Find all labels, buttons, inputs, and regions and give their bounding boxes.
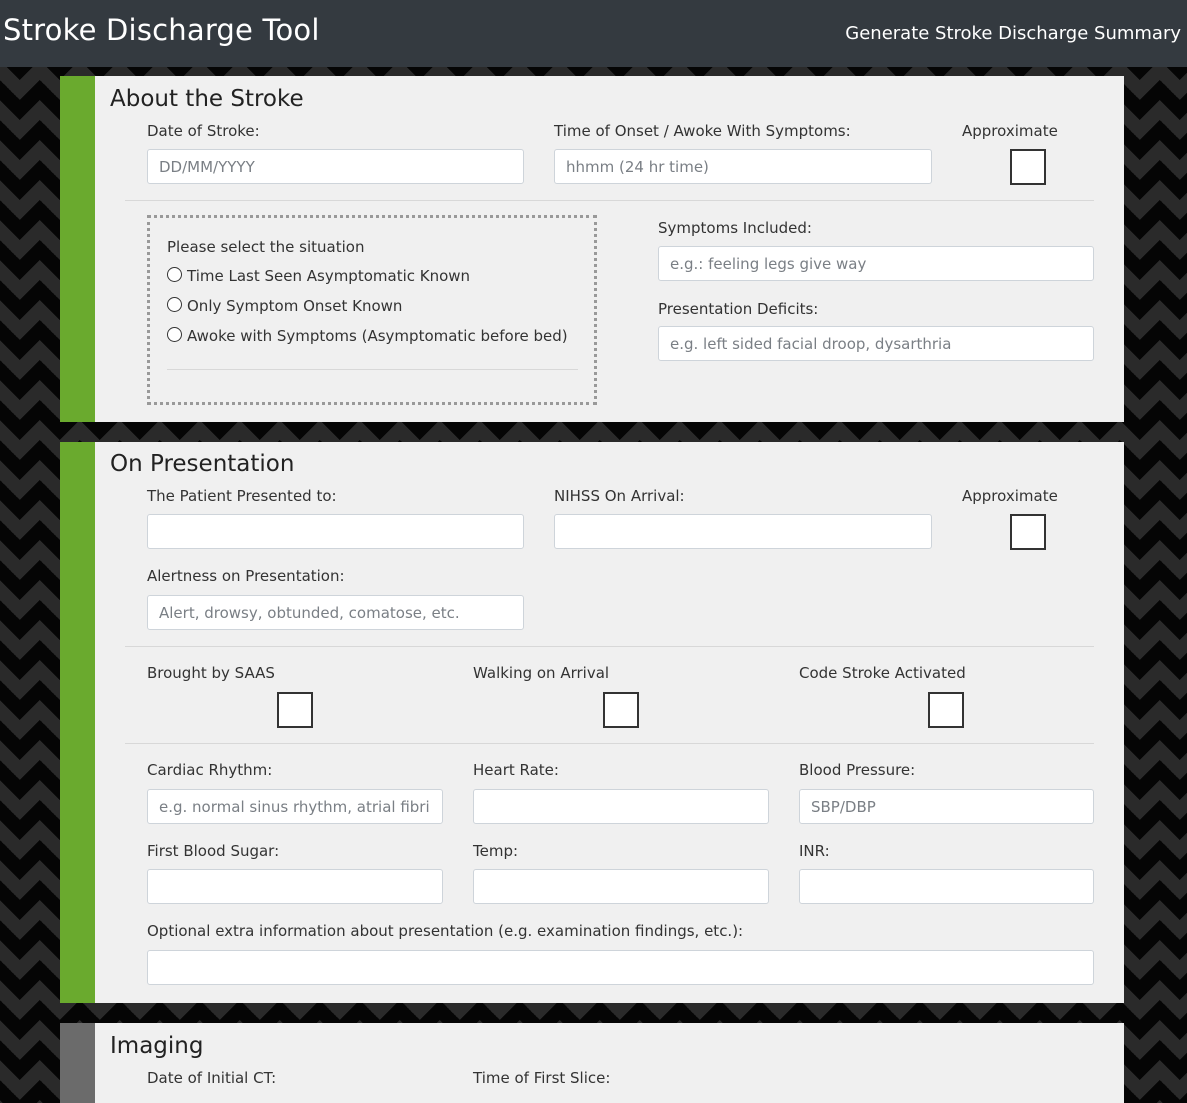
brought-by-saas-label: Brought by SAAS	[147, 664, 275, 682]
situation-option-awoke[interactable]: Awoke with Symptoms (Asymptomatic before…	[167, 326, 568, 346]
extra-info-label: Optional extra information about present…	[147, 922, 744, 940]
blood-pressure-label: Blood Pressure:	[799, 761, 916, 779]
approximate-onset-checkbox[interactable]	[1010, 149, 1046, 185]
inr-label: INR:	[799, 842, 830, 860]
temp-input[interactable]	[473, 869, 769, 904]
app-title: Stroke Discharge Tool	[3, 13, 320, 47]
situation-option-last-seen[interactable]: Time Last Seen Asymptomatic Known	[167, 266, 470, 286]
situation-selector: Please select the situation Time Last Se…	[147, 215, 597, 405]
about-stroke-section: About the Stroke Date of Stroke: Time of…	[60, 76, 1124, 422]
section-accent-bar	[60, 442, 95, 1003]
situation-option-onset-known[interactable]: Only Symptom Onset Known	[167, 296, 402, 316]
presentation-deficits-label: Presentation Deficits:	[658, 300, 819, 318]
generate-summary-link[interactable]: Generate Stroke Discharge Summary	[845, 22, 1181, 46]
section-accent-bar	[60, 1023, 95, 1103]
section-title: On Presentation	[110, 451, 295, 477]
walking-on-arrival-checkbox[interactable]	[603, 692, 639, 728]
situation-prompt: Please select the situation	[167, 238, 365, 256]
nihss-label: NIHSS On Arrival:	[554, 487, 685, 505]
radio-button[interactable]	[167, 327, 182, 342]
inr-input[interactable]	[799, 869, 1094, 904]
top-navbar: Stroke Discharge Tool Generate Stroke Di…	[0, 0, 1187, 67]
code-stroke-checkbox[interactable]	[928, 692, 964, 728]
presented-to-label: The Patient Presented to:	[147, 487, 337, 505]
brought-by-saas-checkbox[interactable]	[277, 692, 313, 728]
divider	[125, 743, 1094, 744]
ct-date-label: Date of Initial CT:	[147, 1069, 277, 1087]
cardiac-rhythm-input[interactable]	[147, 789, 443, 824]
nihss-input[interactable]	[554, 514, 932, 549]
presented-to-input[interactable]	[147, 514, 524, 549]
walking-on-arrival-label: Walking on Arrival	[473, 664, 610, 682]
divider	[167, 369, 578, 370]
date-of-stroke-label: Date of Stroke:	[147, 122, 260, 140]
first-slice-time-label: Time of First Slice:	[473, 1069, 611, 1087]
approximate-nihss-checkbox[interactable]	[1010, 514, 1046, 550]
imaging-section: Imaging Date of Initial CT: Time of Firs…	[60, 1023, 1124, 1103]
cardiac-rhythm-label: Cardiac Rhythm:	[147, 761, 273, 779]
extra-info-input[interactable]	[147, 950, 1094, 985]
heart-rate-input[interactable]	[473, 789, 769, 824]
section-title: About the Stroke	[110, 86, 304, 112]
approximate-label: Approximate	[962, 122, 1058, 140]
alertness-input[interactable]	[147, 595, 524, 630]
approximate-label: Approximate	[962, 487, 1058, 505]
on-presentation-section: On Presentation The Patient Presented to…	[60, 442, 1124, 1003]
heart-rate-label: Heart Rate:	[473, 761, 559, 779]
symptoms-included-input[interactable]	[658, 246, 1094, 281]
temp-label: Temp:	[473, 842, 519, 860]
option-label: Only Symptom Onset Known	[187, 297, 403, 315]
blood-sugar-input[interactable]	[147, 869, 443, 904]
code-stroke-label: Code Stroke Activated	[799, 664, 966, 682]
presentation-deficits-input[interactable]	[658, 326, 1094, 361]
radio-button[interactable]	[167, 267, 182, 282]
blood-sugar-label: First Blood Sugar:	[147, 842, 280, 860]
option-label: Time Last Seen Asymptomatic Known	[187, 267, 471, 285]
section-title: Imaging	[110, 1033, 204, 1059]
symptoms-included-label: Symptoms Included:	[658, 219, 812, 237]
date-of-stroke-input[interactable]	[147, 149, 524, 184]
option-label: Awoke with Symptoms (Asymptomatic before…	[187, 327, 568, 345]
radio-button[interactable]	[167, 297, 182, 312]
section-accent-bar	[60, 76, 95, 422]
time-of-onset-label: Time of Onset / Awoke With Symptoms:	[554, 122, 851, 140]
blood-pressure-input[interactable]	[799, 789, 1094, 824]
divider	[125, 646, 1094, 647]
alertness-label: Alertness on Presentation:	[147, 567, 345, 585]
divider	[125, 200, 1094, 201]
time-of-onset-input[interactable]	[554, 149, 932, 184]
